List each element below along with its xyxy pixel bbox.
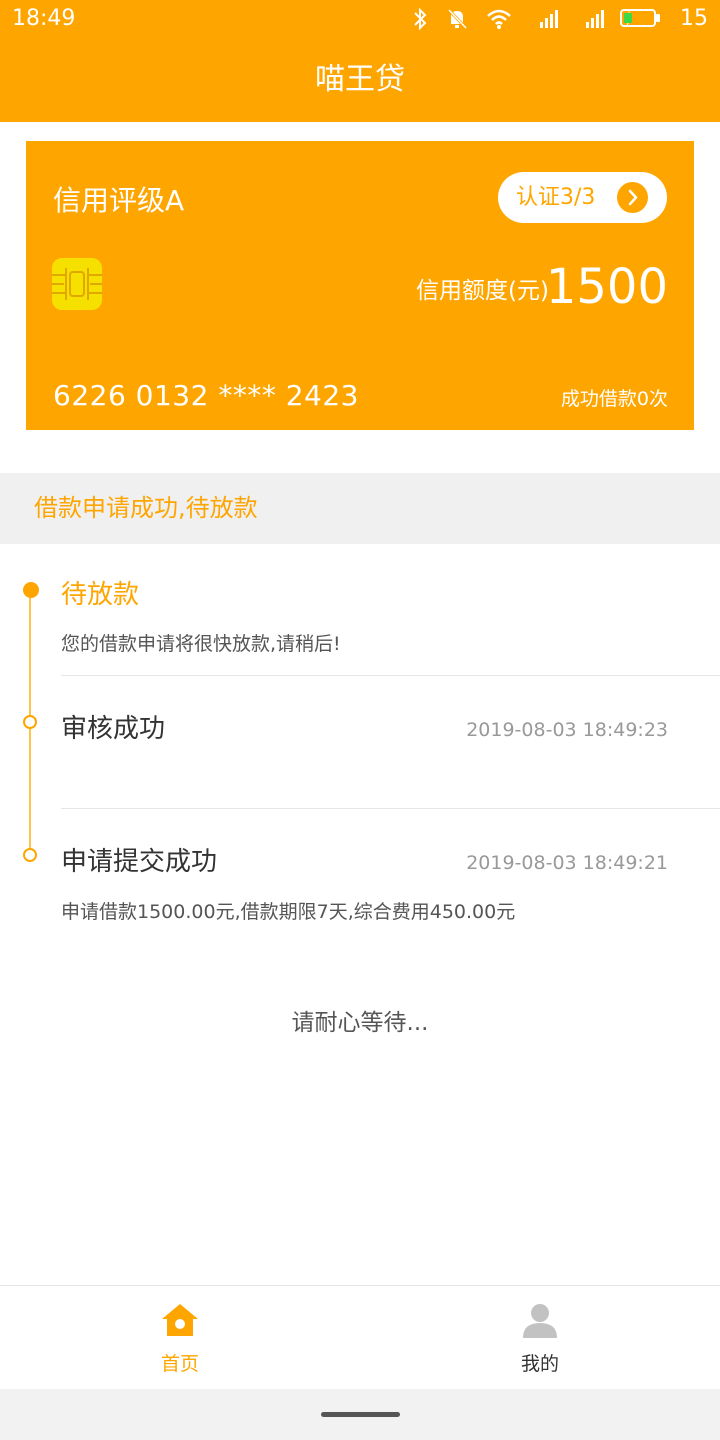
timeline-dot xyxy=(23,848,37,862)
timeline-time: 2019-08-03 18:49:23 xyxy=(466,719,668,741)
battery-tip xyxy=(656,14,660,22)
timeline-title: 待放款 xyxy=(61,580,140,610)
card-chip-icon xyxy=(52,258,102,310)
home-icon xyxy=(162,1304,198,1336)
timeline-title: 申请提交成功 xyxy=(61,847,218,877)
timeline-desc: 申请借款1500.00元,借款期限7天,综合费用450.00元 xyxy=(61,901,516,923)
status-time: 18:49 xyxy=(12,6,76,31)
bluetooth-icon xyxy=(414,7,427,31)
nav-home[interactable]: 首页 xyxy=(0,1286,360,1390)
borrow-count: 成功借款0次 xyxy=(560,388,668,410)
gesture-bar xyxy=(0,1389,720,1440)
credit-card: 信用评级A 认证3/3 信用额度(元) 1500 6226 0132 **** … xyxy=(26,141,694,430)
credit-rating: 信用评级A xyxy=(53,184,185,217)
timeline-desc: 您的借款申请将很快放款,请稍后! xyxy=(61,633,341,655)
signal-icon xyxy=(586,10,604,28)
timeline-divider xyxy=(61,675,720,676)
credit-limit-label: 信用额度(元) xyxy=(416,278,549,304)
page-title: 喵王贷 xyxy=(315,62,405,97)
status-banner-text: 借款申请成功,待放款 xyxy=(34,494,258,522)
card-number: 6226 0132 **** 2423 xyxy=(53,379,359,412)
status-bar: 18:49 15 xyxy=(0,0,720,38)
certification-label: 认证3/3 xyxy=(516,185,596,210)
timeline-title: 审核成功 xyxy=(61,714,166,744)
timeline-divider xyxy=(61,808,720,809)
status-banner: 借款申请成功,待放款 xyxy=(0,473,720,544)
timeline-dot-active xyxy=(23,582,39,598)
nav-home-label: 首页 xyxy=(160,1353,199,1375)
chevron-right-icon xyxy=(617,182,648,213)
gesture-handle[interactable] xyxy=(321,1412,400,1417)
signal-icon xyxy=(540,10,558,28)
status-icons xyxy=(412,6,634,32)
battery-level: 15 xyxy=(680,6,708,31)
mute-bell-icon xyxy=(447,8,468,30)
credit-limit-value: 1500 xyxy=(545,259,668,315)
timeline-dot xyxy=(23,715,37,729)
wait-text: 请耐心等待... xyxy=(291,1010,429,1036)
app-header: 喵王贷 xyxy=(0,38,720,122)
nav-mine[interactable]: 我的 xyxy=(360,1286,720,1390)
user-icon xyxy=(523,1304,557,1338)
timeline-time: 2019-08-03 18:49:21 xyxy=(466,852,668,874)
bottom-nav: 首页 我的 xyxy=(0,1285,720,1390)
wifi-icon xyxy=(487,9,511,29)
certification-button[interactable]: 认证3/3 xyxy=(498,172,667,223)
battery-icon xyxy=(620,9,656,27)
nav-mine-label: 我的 xyxy=(520,1353,559,1375)
